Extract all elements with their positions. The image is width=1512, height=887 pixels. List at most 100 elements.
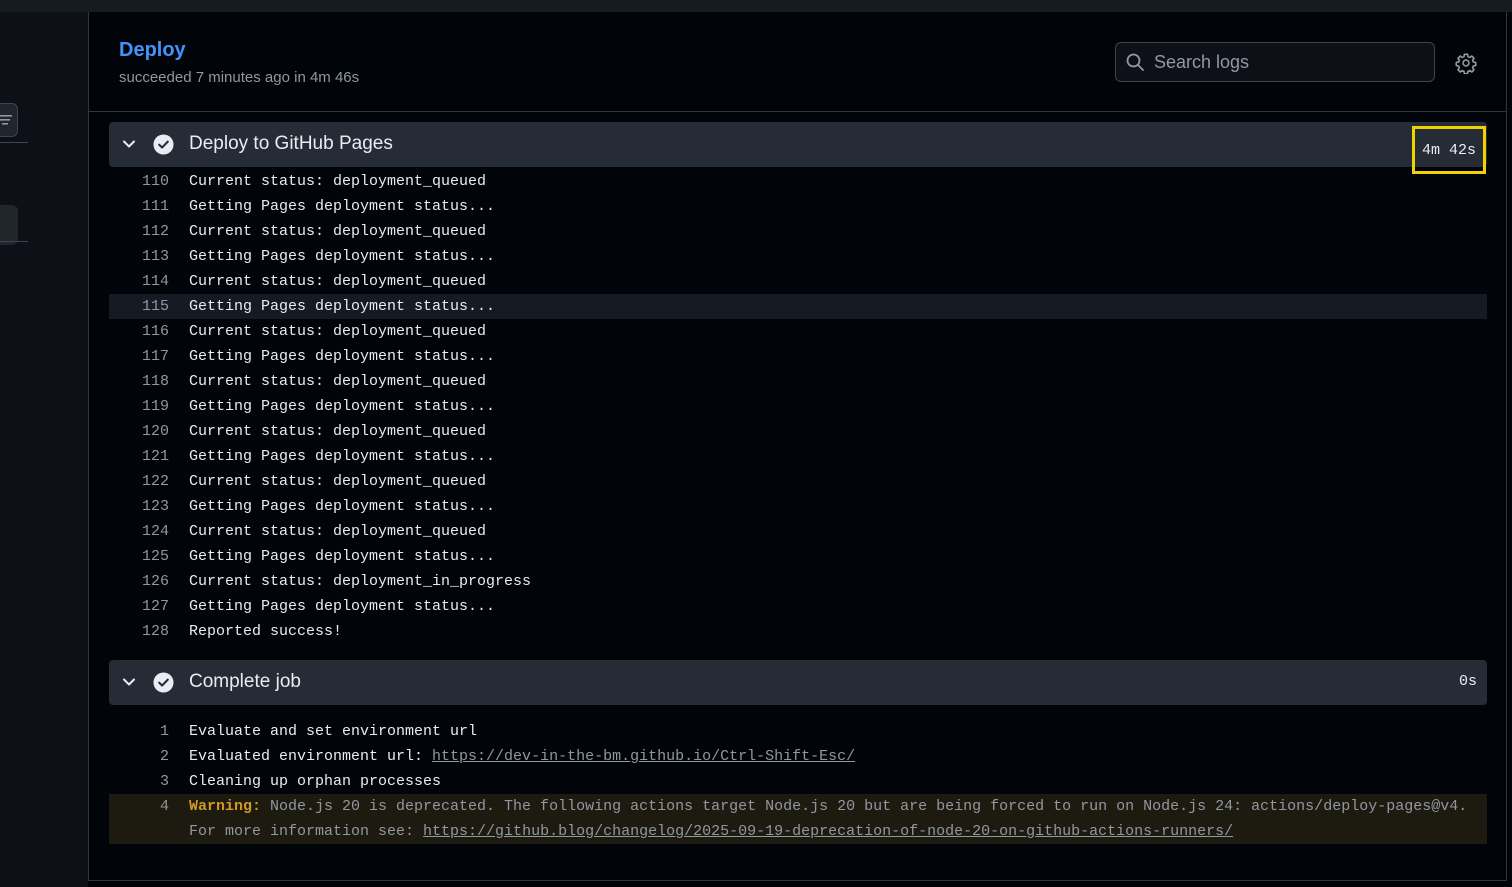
search-logs-input[interactable] — [1154, 51, 1414, 73]
log-line: 116 Current status: deployment_queued — [109, 319, 1487, 344]
sidebar-divider — [0, 241, 28, 242]
line-number[interactable]: 119 — [109, 394, 169, 419]
step-header-complete-job[interactable]: Complete job 0s — [109, 660, 1487, 705]
log-line: 111 Getting Pages deployment status... — [109, 194, 1487, 219]
log-line: 120 Current status: deployment_queued — [109, 419, 1487, 444]
line-text: Getting Pages deployment status... — [189, 498, 496, 515]
line-number[interactable]: 2 — [109, 744, 169, 769]
line-text: Getting Pages deployment status... — [189, 598, 496, 615]
step-header-deploy[interactable]: Deploy to GitHub Pages 4m 42s — [109, 122, 1487, 174]
check-circle-icon — [153, 134, 174, 155]
log-line: 119 Getting Pages deployment status... — [109, 394, 1487, 419]
line-text: Getting Pages deployment status... — [189, 348, 496, 365]
line-text: Current status: deployment_queued — [189, 223, 487, 240]
line-number[interactable]: 124 — [109, 519, 169, 544]
line-number[interactable]: 128 — [109, 619, 169, 644]
line-text: Getting Pages deployment status... — [189, 248, 496, 265]
line-text: Getting Pages deployment status... — [189, 548, 496, 565]
step-name: Complete job — [189, 671, 301, 692]
log-line: 113 Getting Pages deployment status... — [109, 244, 1487, 269]
line-text: Current status: deployment_in_progress — [189, 573, 532, 590]
search-icon — [1126, 53, 1144, 71]
line-number[interactable]: 116 — [109, 319, 169, 344]
line-text: Getting Pages deployment status... — [189, 198, 496, 215]
job-log-panel: Deploy succeeded 7 minutes ago in 4m 46s… — [88, 12, 1507, 881]
warning-label: Warning: — [189, 798, 262, 815]
log-line: 123 Getting Pages deployment status... — [109, 494, 1487, 519]
line-number[interactable]: 121 — [109, 444, 169, 469]
line-number[interactable]: 1 — [109, 719, 169, 744]
step-log-deploy: 110 Current status: deployment_queued 111… — [109, 169, 1487, 644]
line-number[interactable]: 123 — [109, 494, 169, 519]
line-text: Current status: deployment_queued — [189, 323, 487, 340]
line-number[interactable]: 126 — [109, 569, 169, 594]
line-text: Current status: deployment_queued — [189, 523, 487, 540]
line-text: Evaluate and set environment url — [189, 723, 478, 740]
line-text: Getting Pages deployment status... — [189, 398, 496, 415]
line-text: Cleaning up orphan processes — [189, 773, 442, 790]
log-line: 128 Reported success! — [109, 619, 1487, 644]
sidebar-item-selected[interactable] — [0, 205, 18, 245]
line-number[interactable]: 112 — [109, 219, 169, 244]
search-logs-box[interactable] — [1115, 42, 1435, 82]
line-number[interactable]: 4 — [109, 794, 169, 819]
line-number[interactable]: 117 — [109, 344, 169, 369]
log-line: 118 Current status: deployment_queued — [109, 369, 1487, 394]
job-title[interactable]: Deploy — [119, 39, 186, 62]
line-number[interactable]: 125 — [109, 544, 169, 569]
deprecation-link[interactable]: https://github.blog/changelog/2025-09-19… — [423, 823, 1233, 840]
log-line: 114 Current status: deployment_queued — [109, 269, 1487, 294]
line-number[interactable]: 120 — [109, 419, 169, 444]
job-header: Deploy succeeded 7 minutes ago in 4m 46s — [89, 12, 1506, 112]
log-line: 2 Evaluated environment url: https://dev-… — [109, 744, 1487, 769]
line-number[interactable]: 114 — [109, 269, 169, 294]
chevron-down-icon[interactable] — [121, 674, 137, 690]
settings-button[interactable] — [1453, 50, 1479, 76]
log-line: 1 Evaluate and set environment url — [109, 719, 1487, 744]
filter-button[interactable] — [0, 103, 18, 137]
log-line: 121 Getting Pages deployment status... — [109, 444, 1487, 469]
line-text: Current status: deployment_queued — [189, 423, 487, 440]
line-number[interactable]: 113 — [109, 244, 169, 269]
line-number[interactable]: 110 — [109, 169, 169, 194]
log-line: 122 Current status: deployment_queued — [109, 469, 1487, 494]
line-number[interactable]: 122 — [109, 469, 169, 494]
environment-url-link[interactable]: https://dev-in-the-bm.github.io/Ctrl-Shi… — [432, 748, 855, 765]
left-sidebar — [0, 12, 88, 887]
line-text: Current status: deployment_queued — [189, 173, 487, 190]
log-line-warning: 4 Warning: Node.js 20 is deprecated. The … — [109, 794, 1487, 819]
gear-icon — [1455, 53, 1477, 74]
sidebar-divider — [0, 142, 28, 143]
line-prefix: Evaluated environment url: — [189, 748, 433, 765]
line-number[interactable]: 115 — [109, 294, 169, 319]
check-circle-icon — [153, 672, 174, 693]
warning-text: Node.js 20 is deprecated. The following … — [261, 798, 1468, 815]
chevron-down-icon[interactable] — [121, 136, 137, 152]
top-bar — [0, 0, 1512, 12]
filter-icon — [0, 115, 12, 125]
line-number[interactable]: 111 — [109, 194, 169, 219]
line-number-empty — [109, 819, 169, 844]
line-text: Getting Pages deployment status... — [189, 448, 496, 465]
log-line: 117 Getting Pages deployment status... — [109, 344, 1487, 369]
log-line: 3 Cleaning up orphan processes — [109, 769, 1487, 794]
log-line-warning-continued: For more information see: https://github… — [109, 819, 1487, 844]
step-duration: 0s — [1458, 673, 1477, 690]
job-status: succeeded 7 minutes ago in 4m 46s — [119, 69, 360, 86]
line-text: Current status: deployment_queued — [189, 273, 487, 290]
line-text: Current status: deployment_queued — [189, 373, 487, 390]
log-line: 126 Current status: deployment_in_progres… — [109, 569, 1487, 594]
log-line: 125 Getting Pages deployment status... — [109, 544, 1487, 569]
line-text: Warning: Node.js 20 is deprecated. The f… — [189, 794, 1467, 819]
step-duration: 4m 42s — [1412, 126, 1486, 174]
log-line: 127 Getting Pages deployment status... — [109, 594, 1487, 619]
step-name: Deploy to GitHub Pages — [189, 133, 393, 154]
line-text: For more information see: https://github… — [189, 819, 1233, 844]
line-number[interactable]: 118 — [109, 369, 169, 394]
log-line-hovered: 115 Getting Pages deployment status... — [109, 294, 1487, 319]
line-number[interactable]: 3 — [109, 769, 169, 794]
line-number[interactable]: 127 — [109, 594, 169, 619]
log-line: 124 Current status: deployment_queued — [109, 519, 1487, 544]
log-line: 112 Current status: deployment_queued — [109, 219, 1487, 244]
line-text: Reported success! — [189, 623, 343, 640]
